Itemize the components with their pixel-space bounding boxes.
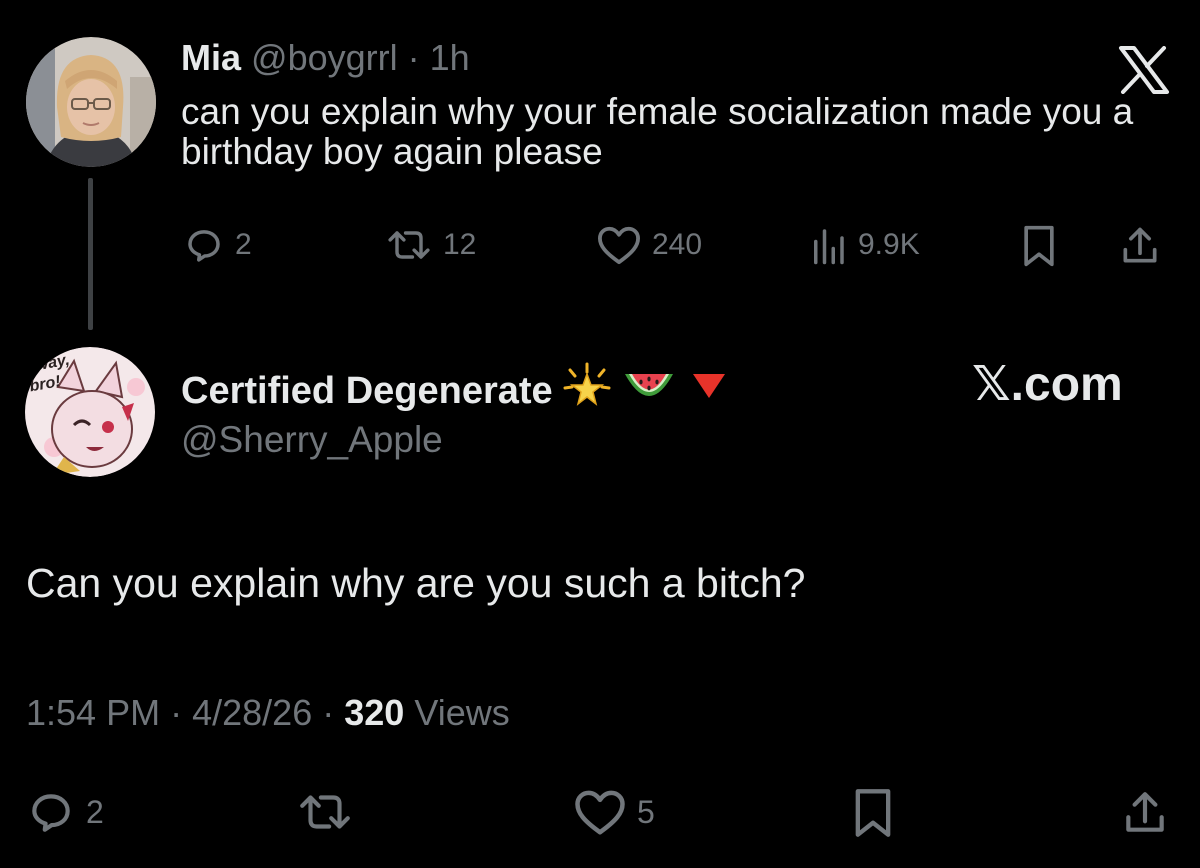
parent-tweet-header: Mia @boygrrl · 1h [181,36,470,80]
parent-views-button[interactable]: 9.9K [808,224,920,266]
watermelon-emoji [621,360,677,421]
parent-timestamp[interactable]: 1h [430,37,470,78]
reply-icon [188,230,220,262]
bookmark-icon [855,789,891,837]
thread-connector-line [88,178,93,330]
reply-like-count: 5 [637,793,655,830]
parent-author-handle[interactable]: @boygrrl [251,37,398,78]
reply-author-handle[interactable]: @Sherry_Apple [181,418,443,462]
reply-icon [32,794,70,832]
reply-bookmark-button[interactable] [850,787,896,839]
share-icon [1123,227,1157,263]
share-icon [1126,792,1164,832]
reply-share-button[interactable] [1120,787,1170,839]
reply-author-name-row[interactable]: Certified Degenerate [181,360,733,421]
bookmark-icon [1024,225,1054,267]
parent-bookmark-button[interactable] [1020,224,1058,268]
reply-views-label[interactable]: Views [414,692,509,733]
x-com-watermark: 𝕏.com [972,358,1123,411]
reply-time[interactable]: 1:54 PM [26,692,160,733]
parent-retweet-count: 12 [443,228,477,261]
reply-reply-count: 2 [86,793,104,830]
parent-share-button[interactable] [1118,224,1162,268]
retweet-icon [388,231,430,259]
reply-retweet-button[interactable] [296,787,354,837]
x-logo-icon [1118,46,1170,94]
avatar-sherry-apple[interactable]: o way, bro! [24,347,156,477]
parent-separator: · [407,37,420,78]
red-triangle-emoji [685,360,733,421]
reply-tweet-text: Can you explain why are you such a bitch… [26,560,806,606]
meta-separator-1: · [170,692,183,733]
meta-separator-2: · [322,692,335,733]
star-emoji [561,360,613,421]
reply-date[interactable]: 4/28/26 [192,692,312,733]
parent-like-count: 240 [652,228,703,261]
reply-like-button[interactable]: 5 [573,787,655,837]
reply-views-count[interactable]: 320 [344,692,404,733]
heart-icon [598,226,640,265]
avatar-mia[interactable] [25,37,157,167]
parent-views-count: 9.9K [858,228,920,261]
parent-tweet-text: can you explain why your female socializ… [181,91,1134,172]
retweet-icon [300,795,350,829]
parent-reply-button[interactable]: 2 [183,224,252,266]
heart-icon [575,790,625,835]
reply-reply-button[interactable]: 2 [26,787,104,837]
parent-like-button[interactable]: 240 [596,224,702,266]
parent-author-name[interactable]: Mia [181,37,241,78]
views-icon [814,229,844,265]
reply-author-name[interactable]: Certified Degenerate [181,368,553,414]
parent-reply-count: 2 [235,228,252,261]
parent-retweet-button[interactable]: 12 [385,224,476,266]
reply-tweet-meta: 1:54 PM · 4/28/26 · 320 Views [26,690,510,736]
